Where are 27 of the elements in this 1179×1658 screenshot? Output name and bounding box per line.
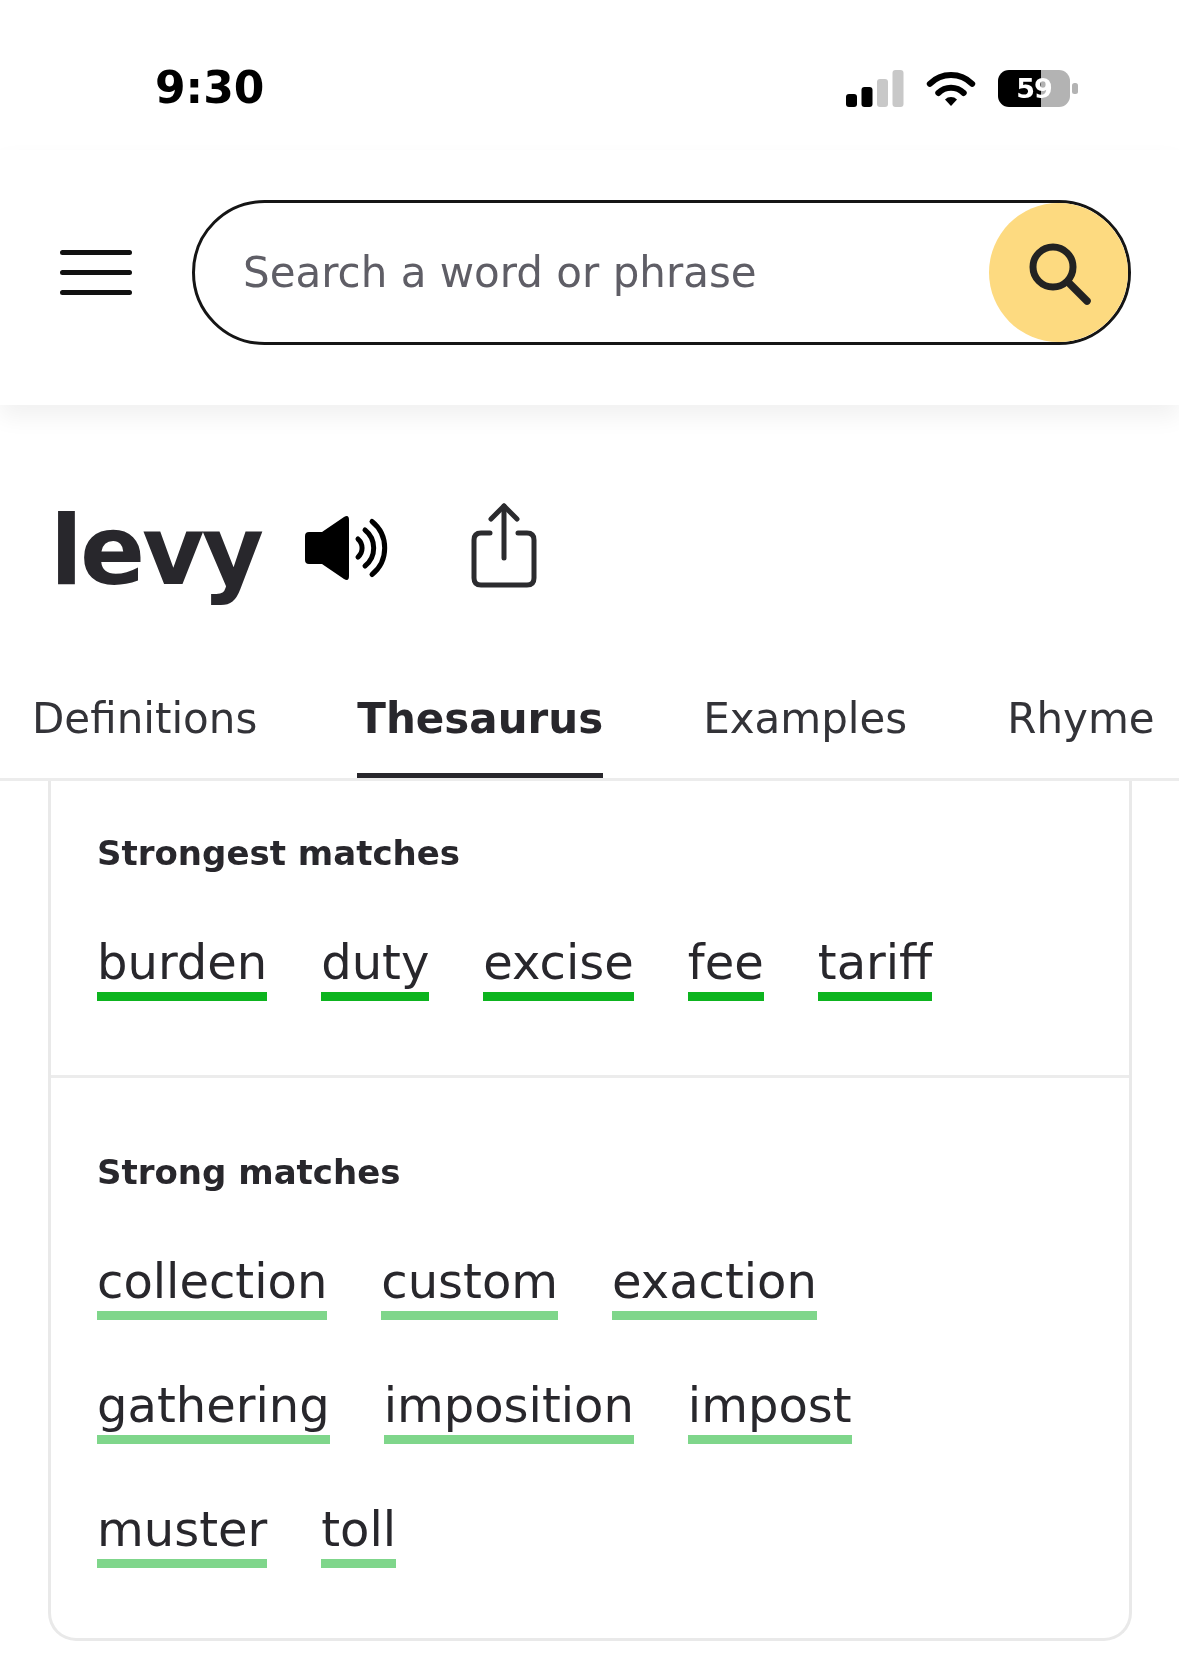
synonym-link[interactable]: burden	[97, 934, 268, 1001]
synonym-link[interactable]: tariff	[817, 934, 933, 1001]
tab[interactable]: Rhyme	[1007, 694, 1155, 778]
share-icon[interactable]	[470, 501, 539, 588]
synonym-link[interactable]: exaction	[612, 1253, 817, 1320]
tab[interactable]: Definitions	[32, 694, 258, 778]
synonym-link[interactable]: collection	[97, 1253, 328, 1320]
search-input[interactable]: Search a word or phrase	[243, 242, 977, 303]
synonym-link[interactable]: excise	[483, 934, 634, 1001]
synonym-link[interactable]: imposition	[383, 1377, 634, 1444]
section-heading: Strongest matches	[97, 833, 461, 874]
synonym-link[interactable]: custom	[381, 1253, 559, 1320]
synonym-link[interactable]: gathering	[97, 1377, 330, 1444]
tab[interactable]: Examples	[703, 694, 908, 778]
status-time: 9:30	[155, 61, 265, 115]
search-field[interactable]: Search a word or phrase	[192, 200, 1131, 345]
entry-word: levy	[50, 494, 262, 609]
synonym-link[interactable]: fee	[687, 934, 764, 1001]
section-heading: Strong matches	[97, 1152, 401, 1193]
signal-icon	[846, 69, 904, 107]
menu-icon[interactable]	[60, 250, 132, 295]
synonym-link[interactable]: toll	[321, 1501, 397, 1568]
synonym-link[interactable]: duty	[321, 934, 430, 1001]
tab[interactable]: Thesaurus	[357, 694, 604, 778]
synonym-link[interactable]: impost	[687, 1377, 852, 1444]
synonym-link[interactable]: muster	[97, 1501, 268, 1568]
wifi-icon	[926, 69, 976, 107]
